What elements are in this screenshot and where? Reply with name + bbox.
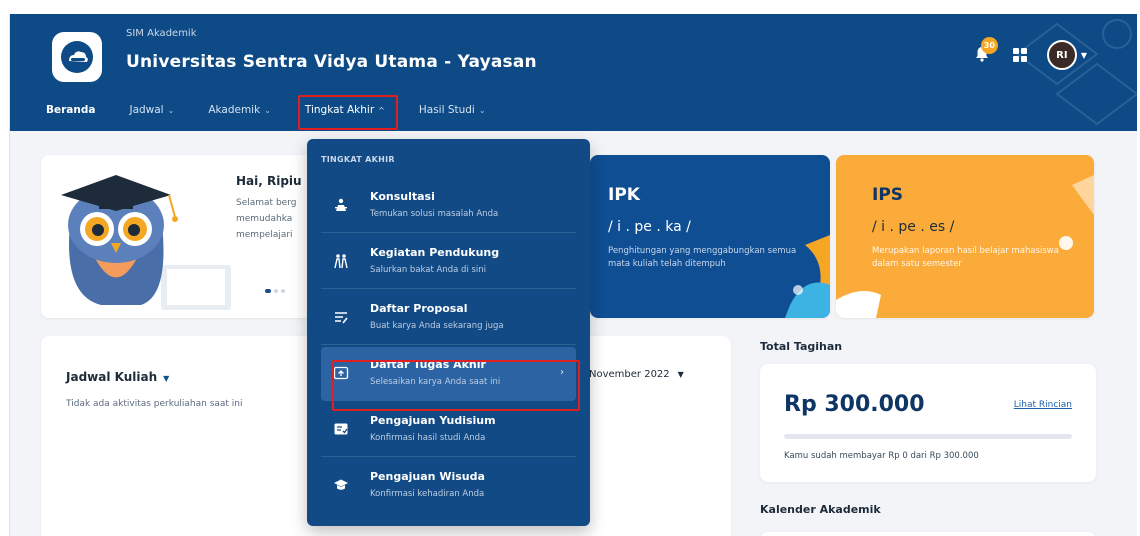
menu-item-title: Pengajuan Wisuda [370, 470, 485, 483]
welcome-line: memudahka [236, 214, 293, 224]
nav-label: Jadwal [129, 104, 164, 116]
owl-mascot-illustration [61, 175, 231, 310]
nav-jadwal[interactable]: Jadwal ⌄ [129, 104, 174, 122]
avatar: RI [1046, 40, 1077, 70]
activity-icon [334, 254, 348, 269]
menu-item-subtitle: Buat karya Anda sekarang juga [370, 321, 504, 331]
menu-highlight-box [332, 360, 580, 411]
notification-button[interactable]: 30 [973, 37, 998, 65]
schedule-title[interactable]: Jadwal Kuliah ▼ [66, 370, 169, 384]
header-actions: 30 RI ▼ [973, 37, 1087, 70]
nav-hasil-studi[interactable]: Hasil Studi ⌄ [419, 104, 486, 122]
welcome-line: mempelajari [236, 230, 293, 240]
ipk-decoration [785, 235, 830, 318]
payment-progress [784, 434, 1072, 439]
app-frame: SIM Akademik Universitas Sentra Vidya Ut… [9, 14, 1137, 536]
academic-calendar-label: Kalender Akademik [760, 503, 881, 516]
chevron-down-icon: ▼ [1080, 50, 1087, 60]
academic-calendar-card [760, 532, 1096, 536]
payment-note: Kamu sudah membayar Rp 0 dari Rp 300.000 [784, 451, 979, 461]
ips-phonetic: / i . pe . es / [872, 219, 955, 235]
ips-title: IPS [872, 185, 904, 205]
chevron-down-icon: ⌄ [264, 106, 271, 115]
app-subtitle: SIM Akademik [126, 28, 197, 39]
dropdown-header: TINGKAT AKHIR [321, 155, 395, 164]
carousel-dots[interactable] [265, 289, 285, 293]
cloud-logo-icon [61, 41, 93, 73]
ips-card: IPS / i . pe . es / Merupakan laporan ha… [836, 155, 1094, 318]
month-selector[interactable]: November 2022 ▼ [589, 369, 684, 380]
view-details-link[interactable]: Lihat Rincian [1014, 400, 1072, 410]
total-bill-label: Total Tagihan [760, 340, 843, 353]
app-logo[interactable] [52, 32, 102, 82]
nav-label: Hasil Studi [418, 104, 475, 116]
nav-beranda[interactable]: Beranda [46, 104, 95, 122]
greeting: Hai, Ripiu [236, 174, 302, 188]
nav-highlight-box [298, 95, 398, 130]
notification-badge: 30 [980, 37, 998, 54]
menu-item-title: Pengajuan Yudisium [370, 414, 496, 427]
ipk-card: IPK / i . pe . ka / Penghitungan yang me… [590, 155, 830, 318]
menu-item-konsultasi[interactable]: Konsultasi Temukan solusi masalah Anda [321, 179, 576, 233]
ipk-phonetic: / i . pe . ka / [608, 219, 691, 235]
menu-item-kegiatan-pendukung[interactable]: Kegiatan Pendukung Salurkan bakat Anda d… [321, 235, 576, 289]
ips-description: Merupakan laporan hasil belajar mahasisw… [872, 246, 1059, 269]
ipk-description: Penghitungan yang menggabungkan semua ma… [608, 246, 797, 269]
menu-item-title: Konsultasi [370, 190, 435, 203]
bill-card: Rp 300.000 Lihat Rincian Kamu sudah memb… [760, 364, 1096, 482]
nav-akademik[interactable]: Akademik ⌄ [208, 104, 271, 122]
menu-item-title: Daftar Proposal [370, 302, 468, 315]
tingkat-akhir-dropdown: TINGKAT AKHIR Konsultasi Temukan solusi … [307, 139, 590, 526]
menu-item-pengajuan-yudisium[interactable]: Pengajuan Yudisium Konfirmasi hasil stud… [321, 403, 576, 457]
header-pattern-decoration [1015, 19, 1137, 126]
apps-grid-icon[interactable] [1012, 48, 1027, 62]
menu-item-subtitle: Konfirmasi hasil studi Anda [370, 433, 486, 443]
bill-amount: Rp 300.000 [784, 392, 925, 417]
menu-item-pengajuan-wisuda[interactable]: Pengajuan Wisuda Konfirmasi kehadiran An… [321, 459, 576, 513]
ips-decoration [836, 175, 1094, 318]
menu-item-title: Kegiatan Pendukung [370, 246, 500, 259]
welcome-text: Selamat berg memudahka mempelajari [236, 195, 316, 243]
menu-item-subtitle: Salurkan bakat Anda di sini [370, 265, 487, 275]
user-menu[interactable]: RI ▼ [1046, 40, 1087, 70]
proposal-icon [335, 312, 348, 324]
top-header: SIM Akademik Universitas Sentra Vidya Ut… [10, 14, 1137, 131]
main-nav: Beranda Jadwal ⌄ Akademik ⌄ Tingkat Akhir ^… [46, 104, 520, 122]
welcome-line: Selamat berg [236, 198, 297, 208]
menu-item-subtitle: Konfirmasi kehadiran Anda [370, 489, 485, 499]
chevron-down-icon: ⌄ [478, 106, 486, 115]
caret-down-icon: ▼ [677, 370, 684, 379]
institution-title: Universitas Sentra Vidya Utama - Yayasan [126, 52, 537, 72]
menu-item-daftar-proposal[interactable]: Daftar Proposal Buat karya Anda sekarang… [321, 291, 576, 345]
consultation-icon [335, 198, 347, 211]
graduation-cap-icon [334, 479, 348, 490]
yudisium-icon [334, 423, 348, 435]
schedule-empty-message: Tidak ada aktivitas perkuliahan saat ini [66, 399, 243, 409]
chevron-down-icon: ⌄ [167, 106, 175, 115]
month-label: November 2022 [589, 369, 670, 380]
ipk-title: IPK [608, 185, 640, 205]
welcome-card: Hai, Ripiu Selamat berg memudahka mempel… [41, 155, 321, 318]
nav-label: Akademik [208, 104, 261, 116]
caret-down-icon: ▼ [163, 374, 170, 383]
nav-label: Beranda [46, 104, 96, 116]
schedule-title-label: Jadwal Kuliah [66, 370, 158, 384]
menu-item-subtitle: Temukan solusi masalah Anda [370, 209, 499, 219]
